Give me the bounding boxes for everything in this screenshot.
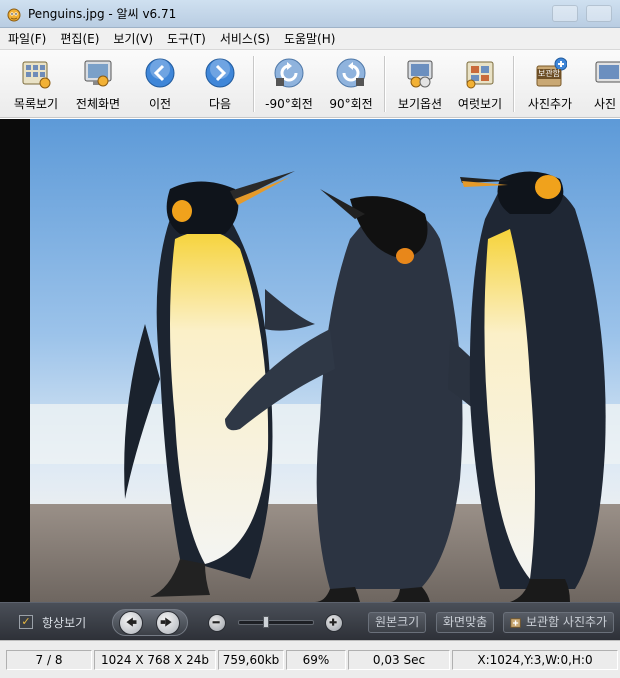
- add-to-album-label: 보관함 사진추가: [526, 615, 608, 629]
- album-badge: 보관함: [537, 69, 561, 79]
- fit-screen-button[interactable]: 화면맞춤: [436, 612, 495, 633]
- minimize-button[interactable]: [552, 5, 578, 22]
- menu-help[interactable]: 도움말(H): [284, 30, 336, 47]
- rotate-right-icon: [336, 58, 366, 88]
- status-file-size: 759,60kb: [218, 650, 284, 670]
- toolbar-separator: [384, 56, 385, 112]
- menu-bar: 파일(F) 편집(E) 보기(V) 도구(T) 서비스(S) 도움말(H): [0, 28, 620, 50]
- list-view-label: 목록보기: [13, 97, 59, 111]
- add-photo-label: 사진추가: [527, 97, 573, 111]
- view-options-label: 보기옵션: [397, 97, 443, 111]
- fullscreen-label: 전체화면: [75, 97, 121, 111]
- photo-monitor-icon: [595, 61, 620, 83]
- menu-service[interactable]: 서비스(S): [220, 30, 270, 47]
- image-viewer[interactable]: [0, 119, 620, 602]
- next-image-button[interactable]: [156, 611, 180, 635]
- status-index: 7 / 8: [6, 650, 92, 670]
- album-plus-icon: [510, 618, 521, 628]
- bottom-control-bar: ✓ 항상보기 원본크기 화면맞춤 보관함 사진추가: [0, 602, 620, 640]
- multi-view-icon: [466, 61, 494, 89]
- rotate-left-icon: [274, 58, 304, 88]
- multi-view-label: 여럿보기: [457, 97, 503, 111]
- menu-tools[interactable]: 도구(T): [167, 30, 206, 47]
- fullscreen-monitor-icon: [84, 60, 112, 87]
- original-size-button[interactable]: 원본크기: [368, 612, 427, 633]
- status-bar: 7 / 8 1024 X 768 X 24b 759,60kb 69% 0,03…: [0, 640, 620, 678]
- status-load-time: 0,03 Sec: [348, 650, 450, 670]
- title-bar: Penguins.jpg - 알씨 v6.71: [0, 0, 620, 28]
- prev-label: 이전: [148, 97, 172, 111]
- next-button[interactable]: 다음: [198, 54, 242, 114]
- album-add-icon: 보관함: [533, 56, 567, 90]
- arrow-right-icon: [160, 617, 172, 627]
- view-options-button[interactable]: 보기옵션: [392, 54, 448, 114]
- add-to-album-button[interactable]: 보관함 사진추가: [503, 612, 615, 633]
- rotate-left-button[interactable]: -90°회전: [262, 54, 316, 114]
- arrow-right-circle-icon: [205, 58, 235, 88]
- next-label: 다음: [208, 97, 232, 111]
- always-view-checkbox[interactable]: ✓: [19, 615, 33, 629]
- menu-view[interactable]: 보기(V): [113, 30, 153, 47]
- status-dimensions: 1024 X 768 X 24b: [94, 650, 216, 670]
- list-view-button[interactable]: 목록보기: [8, 54, 64, 114]
- prev-image-button[interactable]: [119, 611, 143, 635]
- photo-more-label: 사진: [594, 97, 617, 111]
- rotate-right-button[interactable]: 90°회전: [324, 54, 378, 114]
- status-coords: X:1024,Y:3,W:0,H:0: [452, 650, 618, 670]
- view-options-icon: [407, 60, 433, 88]
- arrow-left-circle-icon: [145, 58, 175, 88]
- menu-file[interactable]: 파일(F): [8, 30, 46, 47]
- add-photo-button[interactable]: 보관함 사진추가: [522, 54, 578, 114]
- toolbar: 목록보기 전체화면 이전 다음 -90°회전 90°회전 보기옵션 여럿보기 보…: [0, 50, 620, 118]
- always-view-label: 항상보기: [42, 616, 87, 630]
- zoom-slider[interactable]: [238, 620, 314, 625]
- status-zoom: 69%: [286, 650, 346, 670]
- rotate-left-label: -90°회전: [265, 97, 313, 111]
- penguins-photo: [30, 119, 620, 602]
- fullscreen-button[interactable]: 전체화면: [70, 54, 126, 114]
- toolbar-separator: [253, 56, 254, 112]
- multi-view-button[interactable]: 여럿보기: [452, 54, 508, 114]
- plus-icon: [329, 618, 337, 626]
- zoom-slider-thumb[interactable]: [262, 616, 269, 628]
- arrow-left-icon: [126, 617, 137, 627]
- alsee-app-icon: [7, 8, 21, 21]
- menu-edit[interactable]: 편집(E): [60, 30, 99, 47]
- prev-button[interactable]: 이전: [138, 54, 182, 114]
- grid-list-icon: [22, 61, 51, 89]
- photo-more-button[interactable]: 사진: [590, 54, 620, 114]
- rotate-right-label: 90°회전: [329, 97, 373, 111]
- minus-icon: [212, 621, 220, 624]
- zoom-in-button[interactable]: [325, 614, 343, 632]
- zoom-out-button[interactable]: [208, 614, 226, 632]
- maximize-button[interactable]: [586, 5, 612, 22]
- window-title: Penguins.jpg - 알씨 v6.71: [28, 7, 177, 21]
- toolbar-separator: [513, 56, 514, 112]
